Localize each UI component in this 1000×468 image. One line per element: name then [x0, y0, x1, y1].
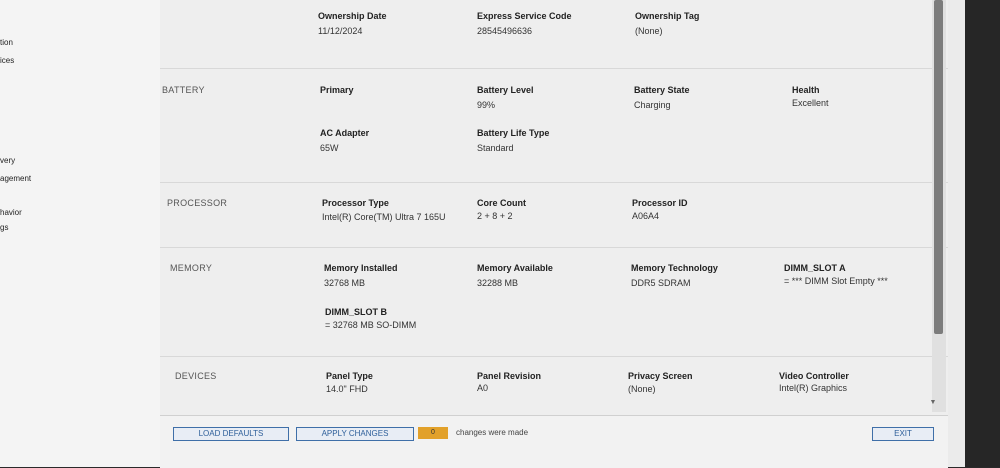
bios-screen: tion ices very agement havior gs Ownersh…: [0, 0, 965, 468]
panel-type-value: 14.0" FHD: [326, 384, 368, 394]
ownership-date-value: 11/12/2024: [318, 26, 363, 36]
sidebar-item-recovery[interactable]: very: [0, 156, 15, 165]
video-controller-label: Video Controller: [779, 371, 849, 381]
scrollbar-thumb[interactable]: [934, 0, 943, 334]
express-service-code-value: 28545496636: [477, 26, 533, 36]
ownership-tag-label: Ownership Tag: [635, 11, 700, 21]
battery-level-label: Battery Level: [477, 85, 534, 95]
battery-primary-label: Primary: [320, 85, 354, 95]
screen-bezel: [965, 0, 1000, 467]
processor-id-value: A06A4: [632, 211, 660, 221]
express-service-code-label: Express Service Code: [477, 11, 572, 21]
sidebar: tion ices very agement havior gs: [0, 0, 160, 467]
privacy-screen-label: Privacy Screen: [628, 371, 693, 381]
sidebar-item-information[interactable]: tion: [0, 38, 13, 47]
memory-installed-label: Memory Installed: [324, 263, 398, 273]
core-count-label: Core Count: [477, 198, 526, 208]
memory-section-title: MEMORY: [170, 263, 213, 273]
battery-level-value: 99%: [477, 100, 496, 110]
processor-type-label: Processor Type: [322, 198, 389, 208]
dimm-slot-a-value: = *** DIMM Slot Empty ***: [784, 276, 888, 286]
chevron-down-icon[interactable]: ▼: [928, 398, 938, 408]
battery-state-label: Battery State: [634, 85, 690, 95]
memory-available-value: 32288 MB: [477, 278, 519, 288]
apply-changes-button[interactable]: APPLY CHANGES: [296, 427, 414, 441]
exit-button[interactable]: EXIT: [872, 427, 934, 441]
sidebar-item-settings[interactable]: gs: [0, 223, 8, 232]
section-divider: [160, 356, 948, 357]
panel-revision-label: Panel Revision: [477, 371, 542, 381]
privacy-screen-value: (None): [628, 384, 656, 394]
changes-status-text: changes were made: [456, 428, 529, 437]
changes-count-badge: 0: [418, 427, 448, 439]
ownership-date-label: Ownership Date: [318, 11, 387, 21]
ownership-tag-value: (None): [635, 26, 663, 36]
processor-section-title: PROCESSOR: [167, 198, 228, 208]
battery-state-value: Charging: [634, 100, 671, 110]
battery-section-title: BATTERY: [162, 85, 205, 95]
battery-health-value: Excellent: [792, 98, 829, 108]
memory-installed-value: 32768 MB: [324, 278, 366, 288]
processor-id-label: Processor ID: [632, 198, 688, 208]
dimm-slot-a-label: DIMM_SLOT A: [784, 263, 846, 273]
core-count-value: 2 + 8 + 2: [477, 211, 513, 221]
load-defaults-button[interactable]: LOAD DEFAULTS: [173, 427, 289, 441]
dimm-slot-b-label: DIMM_SLOT B: [325, 307, 387, 317]
section-divider: [160, 68, 948, 69]
dimm-slot-b-value: = 32768 MB SO-DIMM: [325, 320, 417, 330]
sidebar-item-devices[interactable]: ices: [0, 56, 14, 65]
sidebar-item-behavior[interactable]: havior: [0, 208, 22, 217]
battery-health-label: Health: [792, 85, 820, 95]
video-controller-value: Intel(R) Graphics: [779, 383, 848, 393]
section-divider: [160, 182, 948, 183]
ac-adapter-value: 65W: [320, 143, 339, 153]
ac-adapter-label: AC Adapter: [320, 128, 370, 138]
memory-technology-value: DDR5 SDRAM: [631, 278, 691, 288]
panel-type-label: Panel Type: [326, 371, 373, 381]
panel-revision-value: A0: [477, 383, 489, 393]
footer-bar: [160, 415, 948, 468]
battery-life-type-label: Battery Life Type: [477, 128, 550, 138]
sidebar-item-management[interactable]: agement: [0, 174, 31, 183]
main-content: [160, 0, 948, 415]
battery-life-type-value: Standard: [477, 143, 514, 153]
memory-available-label: Memory Available: [477, 263, 553, 273]
memory-technology-label: Memory Technology: [631, 263, 718, 273]
processor-type-value: Intel(R) Core(TM) Ultra 7 165U: [322, 212, 446, 222]
devices-section-title: DEVICES: [175, 371, 217, 381]
section-divider: [160, 247, 948, 248]
